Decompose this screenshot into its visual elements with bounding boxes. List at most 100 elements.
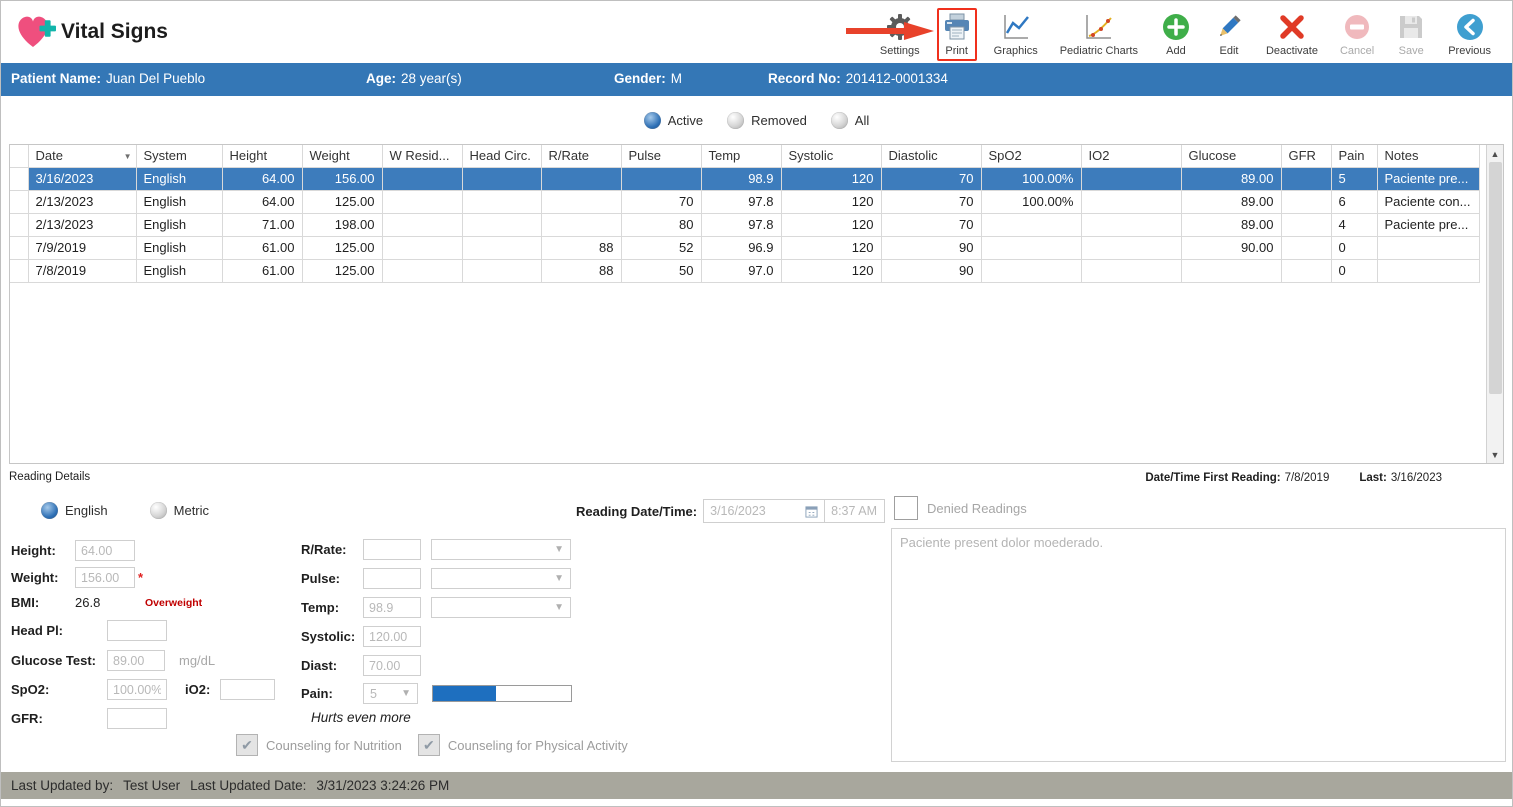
grid-cell[interactable] — [1281, 213, 1332, 237]
grid-cell[interactable]: 61.00 — [222, 236, 303, 260]
grid-cell[interactable]: 4 — [1331, 213, 1378, 237]
radio-removed[interactable]: Removed — [727, 111, 807, 129]
grid-row[interactable]: 2/13/2023 English 71.00 198.00 80 97.8 120 70 89… — [10, 213, 1480, 237]
io2-input[interactable] — [220, 679, 276, 700]
column-header-temp[interactable]: Temp — [701, 145, 782, 168]
column-header-spo2[interactable]: SpO2 — [981, 145, 1082, 168]
toolbar-add-button[interactable]: Add — [1155, 8, 1197, 61]
rrate-unit-combo[interactable]: ▼ — [431, 539, 571, 560]
calendar-icon[interactable] — [805, 505, 818, 518]
pulse-input[interactable] — [363, 568, 421, 589]
head-pl-input[interactable] — [107, 620, 167, 641]
grid-cell[interactable]: 88 — [541, 259, 622, 283]
grid-cell[interactable]: 0 — [1331, 259, 1378, 283]
grid-cell[interactable]: 125.00 — [302, 259, 383, 283]
grid-cell[interactable]: English — [136, 190, 223, 214]
toolbar-previous-button[interactable]: Previous — [1443, 8, 1496, 61]
toolbar-deactivate-button[interactable]: Deactivate — [1261, 8, 1323, 61]
grid-cell[interactable] — [1377, 259, 1480, 283]
grid-cell[interactable]: English — [136, 167, 223, 191]
grid-cell[interactable] — [1081, 190, 1182, 214]
grid-cell[interactable]: 198.00 — [302, 213, 383, 237]
grid-cell[interactable] — [462, 167, 542, 191]
grid-row[interactable]: 2/13/2023 English 64.00 125.00 70 97.8 120 70 10… — [10, 190, 1480, 214]
grid-cell[interactable]: 7/9/2019 — [28, 236, 137, 260]
scrollbar-thumb[interactable] — [1488, 162, 1502, 394]
column-header-glucose[interactable]: Glucose — [1181, 145, 1282, 168]
grid-cell[interactable]: 61.00 — [222, 259, 303, 283]
grid-cell[interactable] — [382, 236, 463, 260]
grid-cell[interactable]: 70 — [881, 190, 982, 214]
grid-cell[interactable]: 120 — [781, 236, 882, 260]
grid-cell[interactable]: 2/13/2023 — [28, 213, 137, 237]
column-header-diastolic[interactable]: Diastolic — [881, 145, 982, 168]
scroll-down-icon[interactable]: ▼ — [1491, 446, 1500, 463]
grid-cell[interactable] — [1377, 236, 1480, 260]
column-header-weight[interactable]: Weight — [302, 145, 383, 168]
column-header-notes[interactable]: Notes — [1377, 145, 1480, 168]
grid-cell[interactable] — [541, 167, 622, 191]
grid-cell[interactable] — [382, 190, 463, 214]
grid-cell[interactable]: 52 — [621, 236, 702, 260]
grid-cell[interactable]: 3/16/2023 — [28, 167, 137, 191]
glucose-input[interactable] — [107, 650, 165, 671]
temp-input[interactable] — [363, 597, 421, 618]
grid-cell[interactable]: 0 — [1331, 236, 1378, 260]
diastolic-input[interactable] — [363, 655, 421, 676]
grid-cell[interactable] — [462, 236, 542, 260]
counseling-physical-checkbox[interactable]: ✔ — [417, 734, 440, 756]
grid-cell[interactable] — [1281, 190, 1332, 214]
radio-active[interactable]: Active — [643, 111, 703, 129]
grid-cell[interactable]: 50 — [621, 259, 702, 283]
toolbar-edit-button[interactable]: Edit — [1209, 8, 1249, 61]
column-header-system[interactable]: System — [136, 145, 223, 168]
grid-cell[interactable]: 96.9 — [701, 236, 782, 260]
column-header-systolic[interactable]: Systolic — [781, 145, 882, 168]
column-header-gfr[interactable]: GFR — [1281, 145, 1332, 168]
grid-cell[interactable]: 100.00% — [981, 190, 1082, 214]
grid-cell[interactable]: Paciente con... — [1377, 190, 1480, 214]
grid-cell[interactable]: 90 — [881, 236, 982, 260]
grid-cell[interactable]: 97.8 — [701, 213, 782, 237]
pain-scale-bar[interactable] — [432, 685, 572, 702]
grid-cell[interactable]: Paciente pre... — [1377, 167, 1480, 191]
column-header-height[interactable]: Height — [222, 145, 303, 168]
grid-cell[interactable] — [462, 190, 542, 214]
column-header-head-circ[interactable]: Head Circ. — [462, 145, 542, 168]
gfr-input[interactable] — [107, 708, 167, 729]
grid-cell[interactable] — [1281, 236, 1332, 260]
rrate-input[interactable] — [363, 539, 421, 560]
grid-cell[interactable]: 98.9 — [701, 167, 782, 191]
grid-cell[interactable] — [1081, 167, 1182, 191]
counseling-nutrition-checkbox[interactable]: ✔ — [236, 734, 258, 756]
grid-cell[interactable]: 71.00 — [222, 213, 303, 237]
grid-cell[interactable] — [981, 236, 1082, 260]
radio-english[interactable]: English — [41, 502, 108, 519]
grid-cell[interactable] — [382, 213, 463, 237]
grid-cell[interactable] — [541, 190, 622, 214]
grid-cell[interactable]: 97.0 — [701, 259, 782, 283]
grid-cell[interactable]: English — [136, 213, 223, 237]
height-input[interactable] — [75, 540, 135, 561]
grid-cell[interactable]: 125.00 — [302, 190, 383, 214]
grid-cell[interactable]: 64.00 — [222, 167, 303, 191]
systolic-input[interactable] — [363, 626, 421, 647]
grid-row[interactable]: ▸ 3/16/2023 English 64.00 156.00 98.9 120 70 100… — [10, 167, 1480, 191]
grid-cell[interactable]: 120 — [781, 213, 882, 237]
toolbar-print-button[interactable]: Print — [845, 7, 977, 61]
grid-cell[interactable]: 5 — [1331, 167, 1378, 191]
grid-cell[interactable] — [541, 213, 622, 237]
column-header-pain[interactable]: Pain — [1331, 145, 1378, 168]
reading-time-input[interactable]: 8:37 AM — [825, 499, 886, 523]
column-header-date[interactable]: Date ▼ — [28, 145, 137, 168]
grid-row[interactable]: 7/8/2019 English 61.00 125.00 88 50 97.0 120 90 0 — [10, 259, 1480, 283]
spo2-input[interactable] — [107, 679, 167, 700]
column-header-io2[interactable]: IO2 — [1081, 145, 1182, 168]
grid-cell[interactable]: 120 — [781, 167, 882, 191]
grid-cell[interactable]: 90.00 — [1181, 236, 1282, 260]
grid-cell[interactable]: 89.00 — [1181, 167, 1282, 191]
grid-cell[interactable]: 70 — [881, 167, 982, 191]
grid-cell[interactable]: 70 — [621, 190, 702, 214]
grid-cell[interactable] — [981, 259, 1082, 283]
grid-cell[interactable]: 156.00 — [302, 167, 383, 191]
